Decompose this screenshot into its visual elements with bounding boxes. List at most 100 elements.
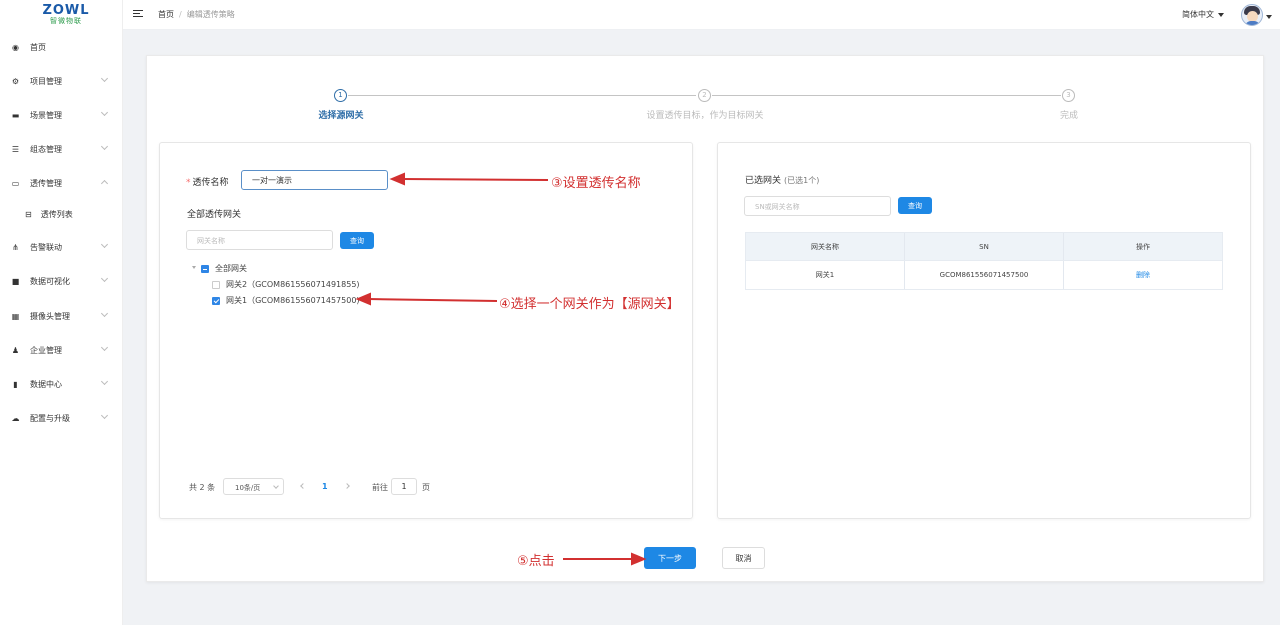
step-2-label: 设置透传目标，作为目标网关 — [646, 111, 764, 121]
sidebar-item-data-center[interactable]: ▮ 数据中心 — [0, 374, 123, 394]
sidebar-item-projects[interactable]: ⚙ 项目管理 — [0, 71, 123, 91]
tree-item-gateway1[interactable]: 网关1（GCOM861556071457500) — [212, 295, 360, 306]
language-selector[interactable]: 简体中文 — [1182, 9, 1224, 20]
sidebar-item-visualization[interactable]: ■ 数据可视化 — [0, 271, 123, 291]
column-header: SN — [905, 233, 1064, 260]
table-row: 网关1 GCOM861556071457500 删除 — [746, 260, 1222, 289]
tree-root-label: 全部网关 — [215, 264, 247, 273]
chevron-down-icon — [100, 411, 109, 420]
sidebar-item-label: 告警联动 — [30, 242, 62, 252]
sidebar-subitem-label: 透传列表 — [40, 209, 73, 219]
chevron-down-icon — [100, 74, 109, 83]
table-icon: ⊟ — [25, 209, 32, 219]
sidebar-subitem-passthrough-list[interactable]: ⊟ 透传列表 — [0, 204, 123, 224]
step-2-circle: 2 — [698, 89, 711, 102]
caret-down-icon[interactable] — [1266, 15, 1272, 19]
breadcrumb-current: 编辑透传策略 — [186, 10, 235, 19]
selected-search-input[interactable]: SN或网关名称 — [744, 196, 891, 216]
selected-count: (已选1个) — [784, 176, 820, 185]
top-header: 首页 / 编辑透传策略 简体中文 — [123, 0, 1280, 30]
sidebar-item-home[interactable]: ◉ 首页 — [0, 37, 123, 57]
sidebar-item-scenes[interactable]: ▬ 场景管理 — [0, 105, 123, 125]
sidebar-item-enterprise[interactable]: ♟ 企业管理 — [0, 340, 123, 360]
gateway1-checkbox[interactable] — [212, 296, 220, 305]
gateway2-checkbox[interactable] — [212, 280, 220, 289]
sidebar-item-label: 首页 — [30, 42, 46, 52]
bar-chart-icon: ▮ — [13, 379, 18, 389]
tree-expand-icon[interactable] — [192, 266, 196, 269]
logo-text: ZOWL — [42, 2, 90, 18]
tree-root[interactable]: 全部网关 — [201, 263, 247, 274]
gateway-search-input[interactable]: 网关名称 — [186, 230, 333, 250]
annotation-step4: ④选择一个网关作为【源网关】 — [499, 297, 680, 312]
page-size-select[interactable]: 10条/页 — [223, 478, 284, 495]
cancel-button[interactable]: 取消 — [722, 547, 765, 569]
sidebar-item-label: 数据可视化 — [30, 276, 70, 286]
column-header: 操作 — [1136, 242, 1150, 251]
table-header: 网关名称 SN 操作 — [746, 233, 1222, 260]
all-gateways-title: 全部透传网关 — [187, 210, 242, 220]
chevron-down-icon — [100, 343, 109, 352]
selected-gateways-title: 已选网关 (已选1个) — [745, 176, 820, 186]
caret-down-icon — [1218, 12, 1224, 17]
users-icon: ♟ — [11, 345, 20, 355]
logo: ZOWL 智微物联 — [0, 0, 122, 30]
annotation-step3: ③设置透传名称 — [551, 176, 641, 191]
column-header: 网关名称 — [746, 233, 905, 260]
sidebar-item-passthrough[interactable]: ▭ 透传管理 — [0, 173, 123, 193]
sidebar-item-label: 配置与升级 — [30, 413, 70, 423]
logo-subtitle: 智微物联 — [50, 16, 82, 25]
breadcrumb-home[interactable]: 首页 — [158, 10, 174, 19]
current-page[interactable]: 1 — [322, 482, 328, 491]
sidebar-item-label: 组态管理 — [30, 144, 62, 154]
goto-prefix: 前往 — [372, 483, 388, 492]
annotation-step5: ⑤点击 — [517, 554, 555, 569]
query-button[interactable]: 查询 — [340, 232, 374, 249]
step-3-circle: 3 — [1062, 89, 1075, 102]
step-connector — [348, 95, 696, 96]
goto-suffix: 页 — [422, 483, 430, 492]
list-icon: ☰ — [11, 144, 20, 154]
nodes-icon: ⋔ — [12, 242, 19, 252]
selected-query-button[interactable]: 查询 — [898, 197, 932, 214]
tree-item-gateway2[interactable]: 网关2（GCOM861556071491855) — [212, 279, 360, 290]
menu-toggle-icon[interactable] — [133, 9, 143, 19]
step-1-circle: 1 — [334, 89, 347, 102]
avatar[interactable] — [1241, 4, 1263, 26]
tree-root-checkbox[interactable] — [201, 264, 209, 273]
delete-link[interactable]: 删除 — [1064, 261, 1222, 289]
sidebar-item-alarms[interactable]: ⋔ 告警联动 — [0, 237, 123, 257]
source-gateway-panel — [159, 142, 693, 519]
goto-page-input[interactable]: 1 — [391, 478, 417, 495]
language-label: 简体中文 — [1182, 10, 1214, 19]
sidebar-item-label: 企业管理 — [30, 345, 62, 355]
cell-sn: GCOM861556071457500 — [905, 261, 1064, 289]
breadcrumb-separator: / — [179, 10, 182, 19]
sidebar-item-label: 数据中心 — [30, 379, 62, 389]
chevron-down-icon — [100, 274, 109, 283]
sidebar-item-config-upgrade[interactable]: ☁ 配置与升级 — [0, 408, 123, 428]
sidebar: ZOWL 智微物联 ◉ 首页 ⚙ 项目管理 ▬ 场景管理 ☰ 组态管理 ▭ 透传… — [0, 0, 123, 625]
screen-icon: ■ — [11, 276, 20, 286]
sidebar-item-label: 摄像头管理 — [30, 311, 70, 321]
tree-item-label: 网关1（GCOM861556071457500) — [226, 296, 360, 305]
sidebar-item-configuration[interactable]: ☰ 组态管理 — [0, 139, 123, 159]
passthrough-name-label: * 透传名称 — [186, 178, 229, 188]
passthrough-name-input[interactable]: 一对一演示 — [241, 170, 388, 190]
tree-item-label: 网关2（GCOM861556071491855) — [226, 280, 360, 289]
breadcrumb: 首页 / 编辑透传策略 — [158, 9, 235, 20]
chevron-down-icon — [100, 108, 109, 117]
chevron-down-icon — [100, 309, 109, 318]
selected-gateways-table: 网关名称 SN 操作 网关1 GCOM861556071457500 删除 — [745, 232, 1223, 290]
dashboard-icon: ◉ — [12, 42, 19, 52]
grid-icon: ▦ — [11, 311, 20, 321]
next-step-button[interactable]: 下一步 — [644, 547, 696, 569]
gear-icon: ⚙ — [11, 76, 20, 86]
step-connector — [712, 95, 1061, 96]
chevron-down-icon — [100, 377, 109, 386]
chevron-down-icon — [100, 142, 109, 151]
cell-gateway-name: 网关1 — [746, 261, 905, 289]
folder-icon: ▬ — [11, 110, 20, 120]
chevron-down-icon — [100, 240, 109, 249]
sidebar-item-cameras[interactable]: ▦ 摄像头管理 — [0, 306, 123, 326]
